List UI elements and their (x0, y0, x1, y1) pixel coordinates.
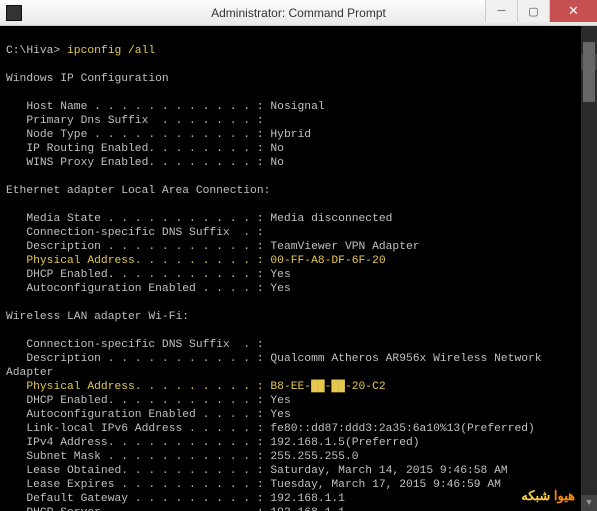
minimize-button[interactable]: ─ (485, 0, 517, 22)
field-value: Yes (270, 395, 290, 407)
field-label: Autoconfiguration Enabled . . . . : (6, 283, 270, 295)
field-value: No (270, 157, 284, 169)
field-label: DHCP Enabled. . . . . . . . . . . : (6, 269, 270, 281)
field-value: 192.168.1.1 (270, 507, 345, 511)
window-title: Administrator: Command Prompt (211, 6, 386, 20)
field-label: Media State . . . . . . . . . . . : (6, 213, 270, 225)
field-label: Connection-specific DNS Suffix . : (6, 227, 264, 239)
field-value: 192.168.1.5(Preferred) (270, 437, 419, 449)
section-header: Windows IP Configuration (6, 73, 169, 85)
field-label: Autoconfiguration Enabled . . . . : (6, 409, 270, 421)
scroll-thumb[interactable] (583, 42, 595, 102)
field-value: Yes (270, 409, 290, 421)
scrollbar[interactable]: ▲ ▼ (581, 26, 597, 511)
watermark-word1: هیوا (554, 488, 575, 503)
close-button[interactable]: ✕ (549, 0, 597, 22)
field-label: IPv4 Address. . . . . . . . . . . : (6, 437, 270, 449)
prompt-path: C:\Hiva> (6, 45, 60, 57)
titlebar: Administrator: Command Prompt ─ ▢ ✕ (0, 0, 597, 26)
field-value-physical: 00-FF-A8-DF-6F-20 (270, 255, 385, 267)
field-label: Description . . . . . . . . . . . : (6, 241, 270, 253)
field-value: Media disconnected (270, 213, 392, 225)
field-value: Nosignal (270, 101, 324, 113)
app-icon (6, 5, 22, 21)
terminal-output[interactable]: C:\Hiva> ipconfig /all Windows IP Config… (0, 26, 597, 511)
field-value: 192.168.1.1 (270, 493, 345, 505)
field-label: Lease Expires . . . . . . . . . . : (6, 479, 270, 491)
field-label-physical: Physical Address. . . . . . . . . : (6, 255, 270, 267)
section-header: Wireless LAN adapter Wi-Fi: (6, 311, 189, 323)
adapter-continuation: Adapter (6, 367, 53, 379)
field-value: Yes (270, 283, 290, 295)
field-value: fe80::dd87:ddd3:2a35:6a10%13(Preferred) (270, 423, 534, 435)
field-value: TeamViewer VPN Adapter (270, 241, 419, 253)
field-value: 255.255.255.0 (270, 451, 358, 463)
field-label: Connection-specific DNS Suffix . : (6, 339, 264, 351)
field-label: DHCP Enabled. . . . . . . . . . . : (6, 395, 270, 407)
watermark: هیوا شبکه (521, 489, 575, 503)
field-value: Saturday, March 14, 2015 9:46:58 AM (270, 465, 507, 477)
field-value: Hybrid (270, 129, 311, 141)
field-label: Default Gateway . . . . . . . . . : (6, 493, 270, 505)
watermark-word2: شبکه (521, 488, 550, 503)
field-label: IP Routing Enabled. . . . . . . . : (6, 143, 270, 155)
field-label: Subnet Mask . . . . . . . . . . . : (6, 451, 270, 463)
field-value: No (270, 143, 284, 155)
window-controls: ─ ▢ ✕ (485, 0, 597, 25)
field-value-physical: B8-EE-██-██-20-C2 (270, 381, 385, 393)
field-label: WINS Proxy Enabled. . . . . . . . : (6, 157, 270, 169)
field-label: Primary Dns Suffix . . . . . . . : (6, 115, 264, 127)
field-label: Node Type . . . . . . . . . . . . : (6, 129, 270, 141)
field-label: Description . . . . . . . . . . . : (6, 353, 270, 365)
field-label: Host Name . . . . . . . . . . . . : (6, 101, 270, 113)
field-label-physical: Physical Address. . . . . . . . . : (6, 381, 270, 393)
field-value: Qualcomm Atheros AR956x Wireless Network (270, 353, 541, 365)
scroll-down-button[interactable]: ▼ (581, 495, 597, 511)
maximize-button[interactable]: ▢ (517, 0, 549, 22)
section-header: Ethernet adapter Local Area Connection: (6, 185, 270, 197)
field-value: Tuesday, March 17, 2015 9:46:59 AM (270, 479, 501, 491)
command-text: ipconfig /all (67, 45, 155, 57)
field-label: DHCP Server . . . . . . . . . . . : (6, 507, 270, 511)
field-label: Lease Obtained. . . . . . . . . . : (6, 465, 270, 477)
field-value: Yes (270, 269, 290, 281)
field-label: Link-local IPv6 Address . . . . . : (6, 423, 270, 435)
